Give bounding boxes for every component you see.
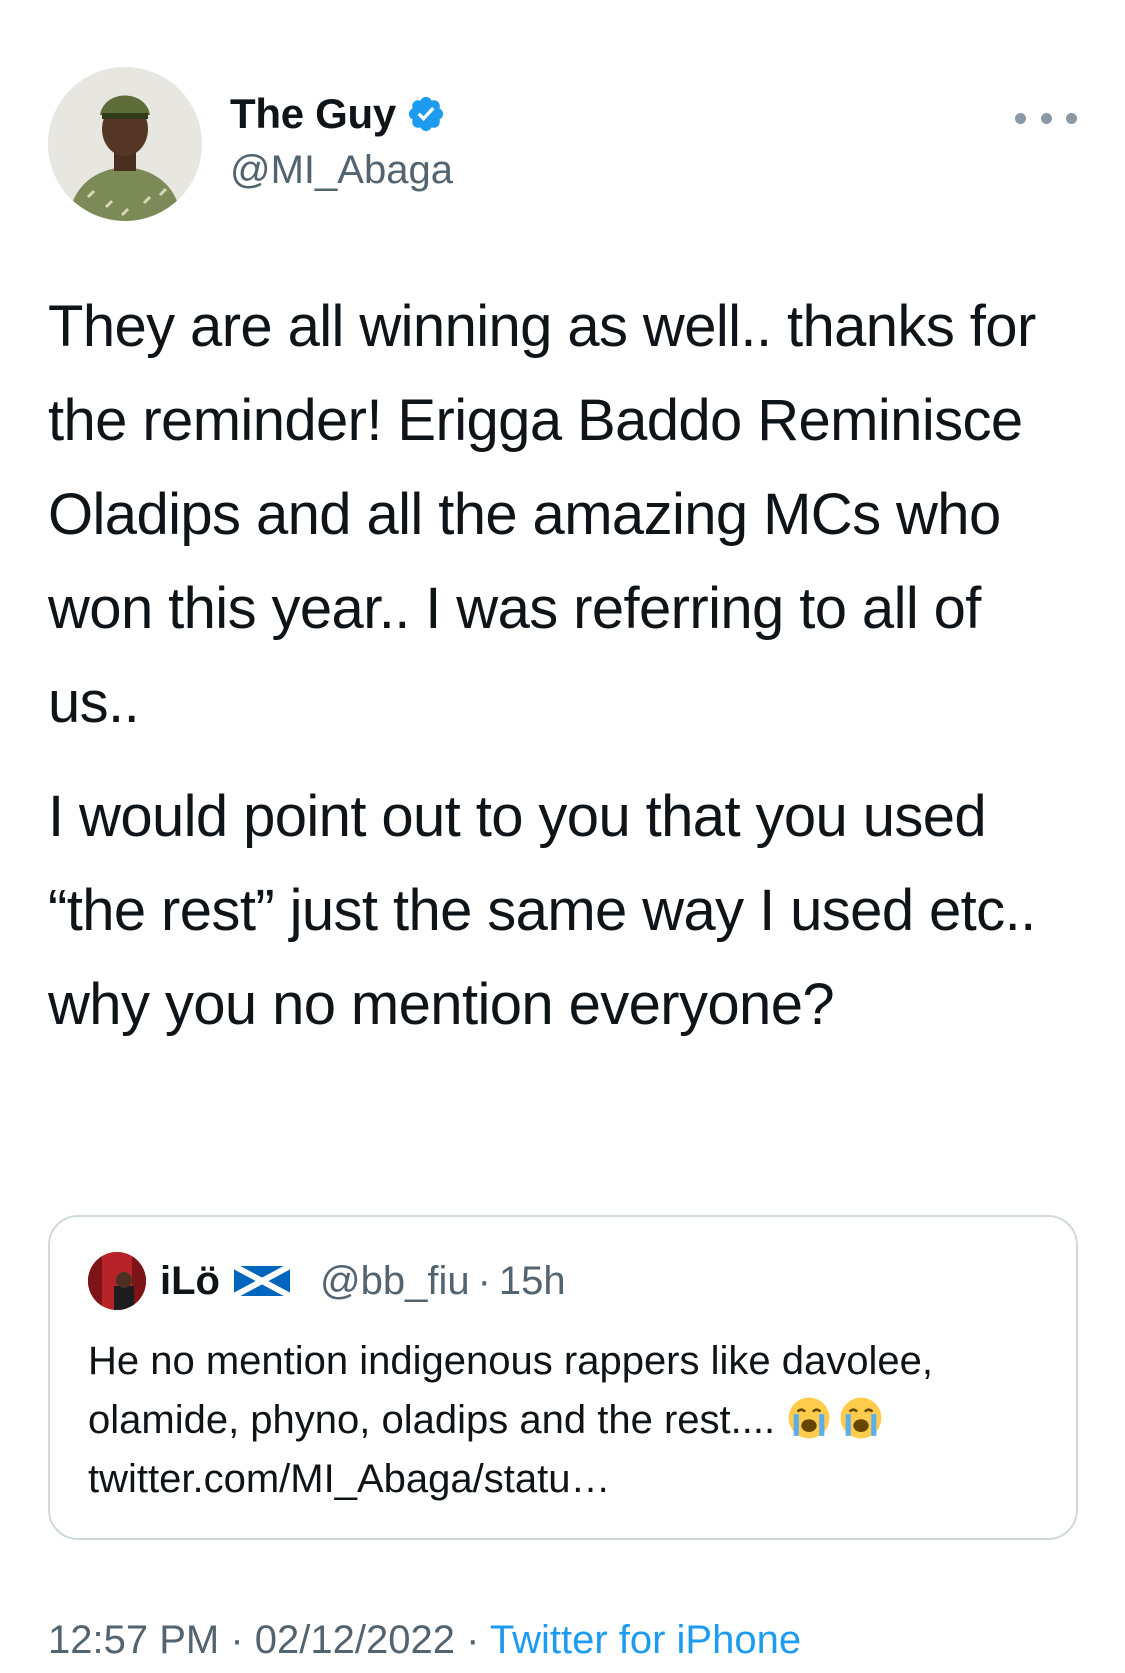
tweet-time[interactable]: 12:57 PM — [48, 1618, 219, 1662]
quoted-separator: · — [477, 1258, 491, 1303]
author-display-name[interactable]: The Guy — [230, 90, 396, 138]
more-options-icon[interactable] — [1015, 104, 1077, 132]
more-dot — [1040, 112, 1052, 124]
tweet-paragraph: I would point out to you that you used “… — [48, 784, 1036, 1037]
author-avatar[interactable] — [48, 67, 202, 221]
author-name-row: The Guy — [230, 90, 446, 138]
tweet-date[interactable]: 02/12/2022 — [255, 1618, 455, 1662]
more-dot — [1015, 112, 1026, 124]
quoted-author-handle: @bb_fiu — [319, 1258, 470, 1303]
author-avatar-image — [48, 67, 202, 221]
quoted-timestamp: 15h — [498, 1258, 566, 1303]
tweet-source-link[interactable]: Twitter for iPhone — [490, 1618, 801, 1662]
author-handle[interactable]: @MI_Abaga — [230, 148, 453, 193]
quoted-tweet-header: iLö @bb_fiu · 15h — [88, 1252, 566, 1310]
meta-separator: · — [230, 1618, 244, 1662]
verified-badge-icon — [408, 96, 444, 132]
tweet-text: They are all winning as well.. thanks fo… — [48, 280, 1078, 1052]
loudly-crying-face-icon — [840, 1397, 882, 1439]
tweet-metadata: 12:57 PM · 02/12/2022 · Twitter for iPho… — [48, 1618, 801, 1663]
quoted-author-name: iLö — [160, 1258, 220, 1303]
quoted-tweet-text: He no mention indigenous rappers like da… — [88, 1332, 1048, 1509]
loudly-crying-face-icon — [788, 1397, 830, 1439]
quoted-link[interactable]: twitter.com/MI_Abaga/statu… — [88, 1457, 610, 1501]
tweet-paragraph: They are all winning as well.. thanks fo… — [48, 294, 1036, 735]
quoted-author-avatar-image — [88, 1252, 146, 1310]
tweet: The Guy @MI_Abaga They are all winning a… — [0, 0, 1125, 1673]
more-dot — [1066, 112, 1077, 124]
scotland-flag-icon — [233, 1266, 290, 1296]
meta-separator: · — [466, 1618, 480, 1662]
quoted-author-avatar[interactable] — [88, 1252, 146, 1310]
quoted-tweet[interactable]: iLö @bb_fiu · 15h He no mention indigeno… — [48, 1215, 1078, 1540]
